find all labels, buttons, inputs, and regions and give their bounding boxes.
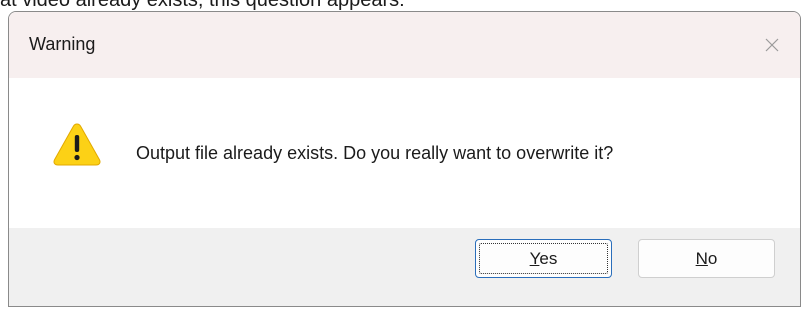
dialog-message: Output file already exists. Do you reall… [136,143,614,163]
no-label-rest: o [707,248,718,268]
close-button[interactable] [744,12,800,78]
no-button[interactable]: No [638,239,775,278]
dialog-title: Warning [29,34,96,54]
close-icon [765,38,779,52]
background-caption: at video already exists, this question a… [0,0,405,11]
warning-triangle-icon [53,123,101,166]
screenshot-root: at video already exists, this question a… [0,0,809,311]
warning-dialog: Warning Output file already exists. Do y… [8,11,801,307]
dialog-titlebar[interactable]: Warning [9,12,800,78]
no-mnemonic: N [695,248,708,268]
yes-button[interactable]: Yes [475,239,612,278]
no-label: No [696,249,718,269]
focus-ring [479,243,608,274]
dialog-content: Output file already exists. Do you reall… [9,78,800,228]
